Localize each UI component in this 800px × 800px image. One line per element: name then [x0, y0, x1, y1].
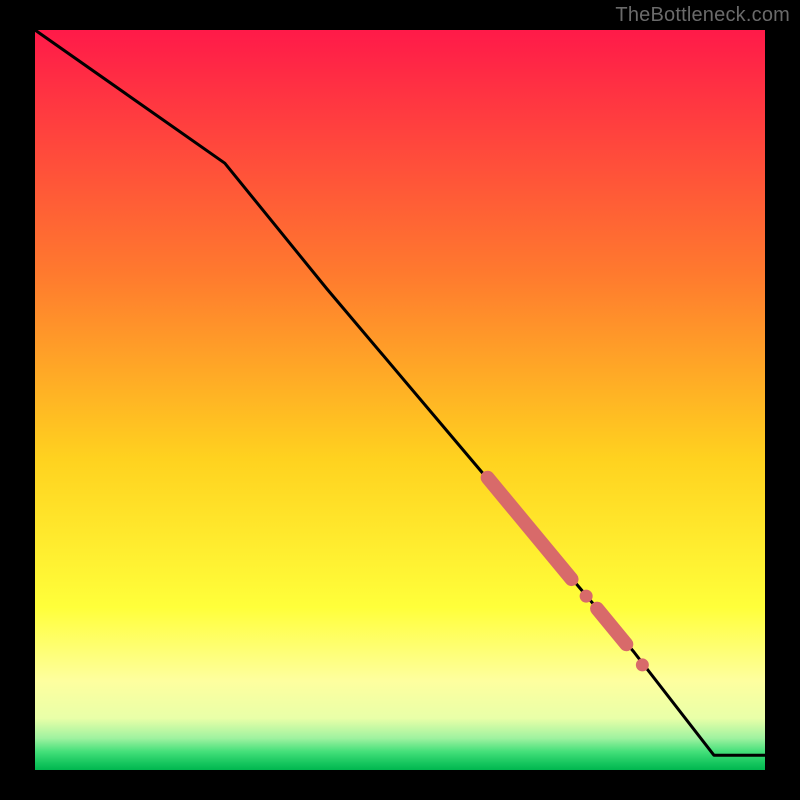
highlight-dot-0 [580, 590, 593, 603]
chart-stage: TheBottleneck.com [0, 0, 800, 800]
highlight-dot-1 [636, 658, 649, 671]
watermark-text: TheBottleneck.com [615, 4, 790, 27]
chart-svg [0, 0, 800, 800]
plot-area [35, 30, 765, 770]
